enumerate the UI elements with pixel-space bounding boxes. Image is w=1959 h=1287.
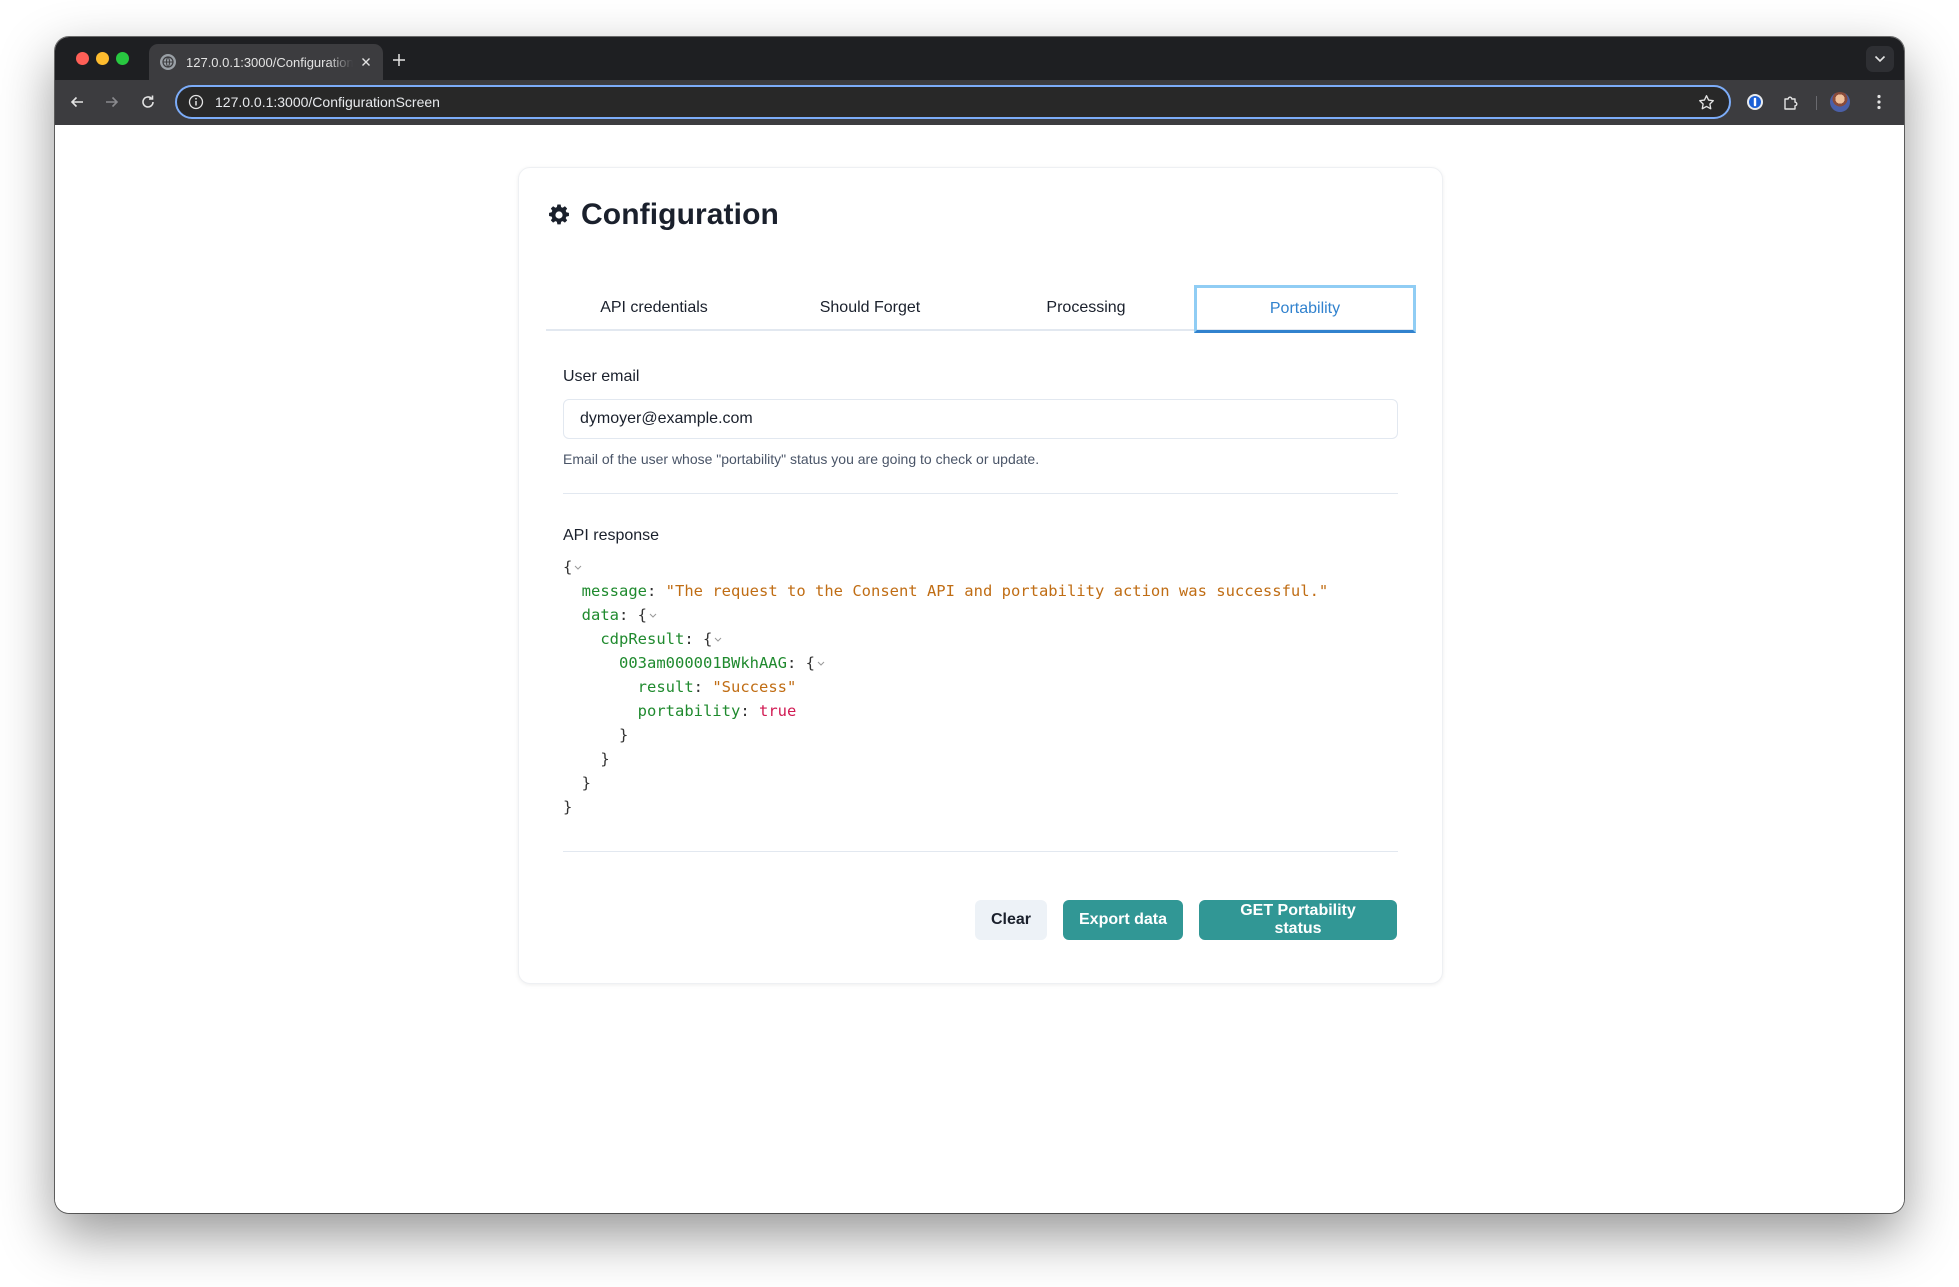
json-message-value: "The request to the Consent API and port… [665,582,1329,600]
avatar [1830,92,1850,112]
browser-tab-title: 127.0.0.1:3000/ConfigurationScreen [186,54,353,70]
user-email-input[interactable] [563,399,1398,439]
minimize-window-button[interactable] [96,52,109,65]
browser-window: 127.0.0.1:3000/ConfigurationScreen 127.0… [55,37,1904,1213]
api-response-label: API response [563,527,660,544]
collapse-caret-icon[interactable] [712,628,726,642]
back-arrow-icon[interactable] [65,90,89,114]
json-line: result: "Success" [637,678,797,696]
page-viewport: Configuration API credentials Should For… [55,125,1904,1213]
json-record-key: 003am000001BWkhAAG [619,654,787,672]
json-line: } [563,798,573,816]
json-line: message: "The request to the Consent API… [581,582,1329,600]
json-portability-value: true [758,702,797,720]
user-email-helper-text: Email of the user whose "portability" st… [563,451,1040,467]
maximize-window-button[interactable] [116,52,129,65]
action-buttons: Clear Export data GET Portability status [975,900,1397,940]
reload-icon[interactable] [136,90,160,114]
close-window-button[interactable] [76,52,89,65]
address-bar[interactable]: 127.0.0.1:3000/ConfigurationScreen [175,85,1731,119]
json-line: } [581,774,592,792]
user-email-label: User email [563,368,640,385]
json-viewer: { message: "The request to the Consent A… [563,555,1398,819]
json-line: } [619,726,629,744]
json-line: data: { [563,603,1398,627]
close-tab-icon[interactable] [359,53,373,71]
json-line: { [563,555,1398,579]
json-line: } [600,750,610,768]
tab-should-forget[interactable]: Should Forget [762,285,978,331]
toolbar-separator [1816,96,1817,110]
tab-api-credentials[interactable]: API credentials [546,285,762,331]
tab-strip: 127.0.0.1:3000/ConfigurationScreen [55,37,1904,80]
extensions-puzzle-icon[interactable] [1780,91,1802,113]
site-info-icon[interactable] [187,93,205,111]
clear-button[interactable]: Clear [975,900,1047,940]
browser-toolbar: 127.0.0.1:3000/ConfigurationScreen [55,80,1904,125]
tab-search-icon[interactable] [1866,46,1894,72]
new-tab-icon[interactable] [388,49,410,71]
profile-avatar[interactable] [1829,91,1851,113]
configuration-card: Configuration API credentials Should For… [518,167,1443,984]
browser-tab[interactable]: 127.0.0.1:3000/ConfigurationScreen [149,44,383,80]
json-line: portability: true [637,702,797,720]
collapse-caret-icon[interactable] [647,604,661,618]
tab-portability[interactable]: Portability [1194,285,1416,333]
get-portability-status-button[interactable]: GET Portability status [1199,900,1397,940]
card-header: Configuration [546,198,779,232]
tab-list: API credentials Should Forget Processing… [546,285,1416,333]
export-data-button[interactable]: Export data [1063,900,1183,940]
json-line: cdpResult: { [563,627,1398,651]
globe-icon [160,54,176,70]
address-bar-url: 127.0.0.1:3000/ConfigurationScreen [215,94,440,110]
forward-arrow-icon[interactable] [100,90,124,114]
kebab-menu-icon[interactable] [1868,91,1890,113]
divider [563,851,1398,852]
bookmark-star-icon[interactable] [1695,91,1717,113]
collapse-caret-icon[interactable] [815,652,829,666]
divider [563,493,1398,494]
json-line: 003am000001BWkhAAG: { [563,651,1398,675]
tab-processing[interactable]: Processing [978,285,1194,331]
collapse-caret-icon[interactable] [572,556,586,570]
password-manager-icon[interactable] [1744,91,1766,113]
json-result-value: "Success" [712,678,797,696]
page-title: Configuration [581,198,779,231]
gear-icon [546,202,572,228]
